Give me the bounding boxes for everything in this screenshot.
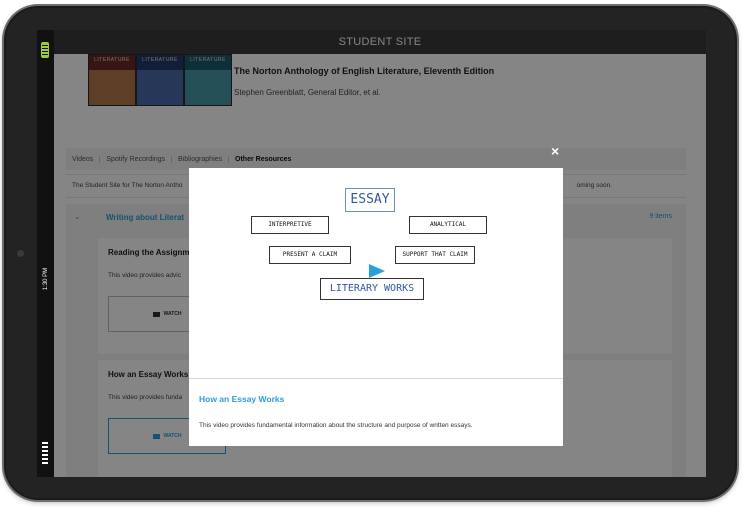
status-bar: 1:30 PM xyxy=(37,30,54,477)
modal-video-title: How an Essay Works xyxy=(199,394,285,404)
video-interpretive-label: INTERPRETIVE xyxy=(251,216,329,234)
screen: STUDENT SITE LITERATURE LITERATURE LITER… xyxy=(54,30,706,477)
video-support-claim-label: SUPPORT THAT CLAIM xyxy=(395,246,475,264)
play-icon[interactable] xyxy=(369,264,385,278)
video-literary-works-label: LITERARY WORKS xyxy=(320,278,424,300)
video-modal: ESSAY INTERPRETIVE ANALYTICAL PRESENT A … xyxy=(189,168,563,446)
video-present-claim-label: PRESENT A CLAIM xyxy=(269,246,351,264)
camera-icon xyxy=(17,250,24,257)
signal-icon xyxy=(42,442,48,466)
modal-video-description: This video provides fundamental informat… xyxy=(199,422,473,429)
close-icon[interactable]: × xyxy=(551,144,559,158)
status-time: 1:30 PM xyxy=(43,267,49,291)
video-analytical-label: ANALYTICAL xyxy=(409,216,487,234)
video-player[interactable]: ESSAY INTERPRETIVE ANALYTICAL PRESENT A … xyxy=(189,168,563,379)
battery-icon xyxy=(41,42,49,58)
video-essay-label: ESSAY xyxy=(345,188,395,212)
